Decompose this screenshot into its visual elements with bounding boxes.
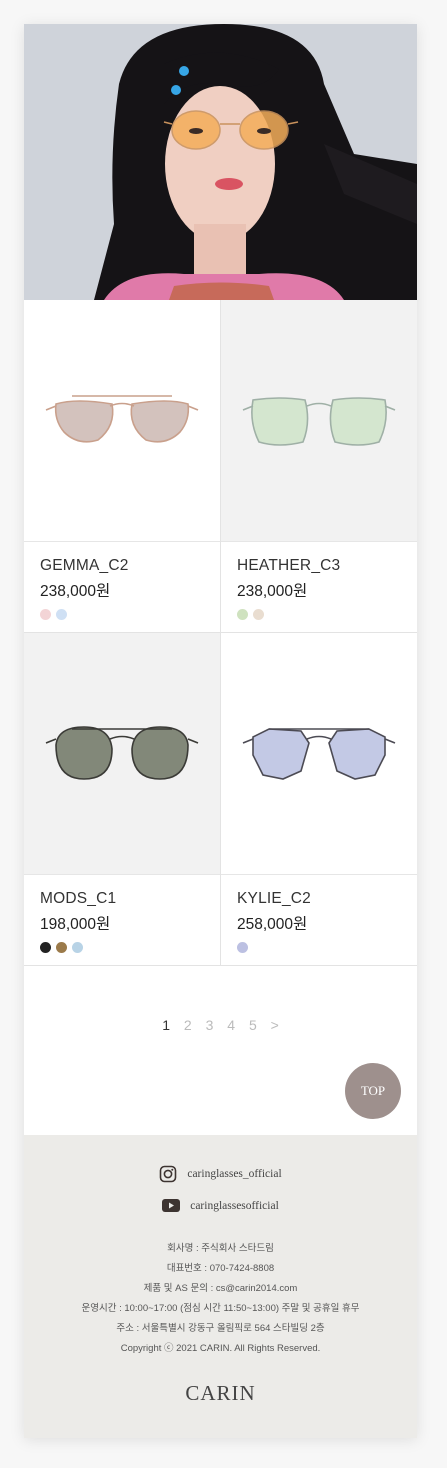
color-swatch[interactable] [40, 942, 51, 953]
color-swatch[interactable] [72, 942, 83, 953]
page-link-2[interactable]: 2 [184, 1017, 192, 1033]
color-swatches [40, 609, 204, 620]
page: GEMMA_C2 238,000원 HEATHER_C3 238,000원 MO… [24, 24, 417, 1438]
instagram-handle: caringlasses_official [187, 1168, 282, 1180]
product-price: 238,000원 [237, 583, 308, 600]
product-price: 238,000원 [40, 583, 111, 600]
sunglasses-icon [242, 727, 396, 780]
sunglasses-icon [242, 396, 396, 446]
product-image[interactable] [221, 633, 417, 875]
company-email: 제품 및 AS 문의 : cs@carin2014.com [143, 1283, 298, 1294]
color-swatch[interactable] [237, 942, 248, 953]
product-image[interactable] [24, 300, 220, 542]
hero-banner-image[interactable] [24, 24, 417, 300]
copyright: Copyright ⓒ 2021 CARIN. All Rights Reser… [120, 1343, 321, 1354]
model-photo [24, 24, 417, 300]
next-page-link[interactable]: > [271, 1017, 279, 1033]
lens-right [130, 399, 190, 443]
product-card[interactable]: MODS_C1 198,000원 [24, 633, 220, 965]
lens-right [328, 727, 386, 780]
product-image[interactable] [24, 633, 220, 875]
color-swatch[interactable] [56, 609, 67, 620]
lens-left [55, 725, 113, 780]
color-swatches [40, 942, 204, 953]
color-swatch[interactable] [40, 609, 51, 620]
sunglasses-icon [45, 394, 199, 443]
product-image[interactable] [221, 300, 417, 542]
youtube-icon [162, 1199, 181, 1212]
product-card[interactable]: GEMMA_C2 238,000원 [24, 300, 220, 632]
lens-left [251, 396, 309, 446]
color-swatch[interactable] [237, 609, 248, 620]
company-name: 회사명 : 주식회사 스타드림 [167, 1243, 274, 1254]
instagram-link[interactable]: caringlasses_official [24, 1165, 417, 1183]
company-info: 회사명 : 주식회사 스타드림 대표번호 : 070-7424-8808 제품 … [24, 1239, 417, 1359]
product-info: GEMMA_C2 238,000원 [24, 542, 220, 632]
lens-left [54, 399, 114, 443]
temple-right [187, 404, 199, 411]
product-price: 198,000원 [40, 916, 111, 933]
instagram-icon [160, 1165, 177, 1183]
product-name[interactable]: KYLIE_C2 [237, 875, 401, 909]
scroll-top-button[interactable]: TOP [345, 1063, 401, 1119]
page-link-3[interactable]: 3 [206, 1017, 214, 1033]
color-swatches [237, 609, 401, 620]
lens-right [131, 725, 189, 780]
youtube-handle: caringlassesofficial [190, 1199, 279, 1212]
bridge [306, 402, 332, 407]
sunglasses-icon [45, 725, 199, 780]
color-swatches [237, 942, 401, 953]
product-card[interactable]: KYLIE_C2 258,000원 [220, 633, 417, 965]
pagination: 1 2 3 4 5 > [24, 1017, 417, 1033]
page-link-1[interactable]: 1 [162, 1017, 170, 1033]
company-phone: 대표번호 : 070-7424-8808 [166, 1263, 275, 1274]
temple-right [384, 737, 396, 744]
bridge [109, 402, 135, 407]
product-grid: GEMMA_C2 238,000원 HEATHER_C3 238,000원 MO… [24, 300, 417, 966]
product-name[interactable]: MODS_C1 [40, 875, 204, 909]
color-swatch[interactable] [56, 942, 67, 953]
color-swatch[interactable] [253, 609, 264, 620]
business-hours: 운영시간 : 10:00~17:00 (점심 시간 11:50~13:00) 주… [81, 1303, 360, 1314]
lens-left [252, 727, 310, 780]
product-name[interactable]: GEMMA_C2 [40, 542, 204, 576]
lens-right [329, 396, 387, 446]
product-row: MODS_C1 198,000원 KYLIE_C2 258,000원 [24, 633, 417, 966]
bridge [306, 735, 332, 740]
product-price: 258,000원 [237, 916, 308, 933]
footer-logo[interactable]: CARIN [24, 1381, 417, 1406]
page-link-4[interactable]: 4 [227, 1017, 235, 1033]
temple-left [45, 404, 57, 411]
bridge [109, 735, 135, 740]
product-info: HEATHER_C3 238,000원 [221, 542, 417, 632]
youtube-link[interactable]: caringlassesofficial [24, 1199, 417, 1212]
temple-left [242, 737, 254, 744]
product-row: GEMMA_C2 238,000원 HEATHER_C3 238,000원 [24, 300, 417, 633]
temple-left [45, 737, 57, 744]
product-name[interactable]: HEATHER_C3 [237, 542, 401, 576]
company-address: 주소 : 서울특별시 강동구 올림픽로 564 스타빌딩 2층 [116, 1323, 325, 1334]
page-link-5[interactable]: 5 [249, 1017, 257, 1033]
footer: caringlasses_official caringlassesoffici… [24, 1135, 417, 1438]
product-info: MODS_C1 198,000원 [24, 875, 220, 965]
product-info: KYLIE_C2 258,000원 [221, 875, 417, 965]
temple-right [187, 737, 199, 744]
product-card[interactable]: HEATHER_C3 238,000원 [220, 300, 417, 632]
